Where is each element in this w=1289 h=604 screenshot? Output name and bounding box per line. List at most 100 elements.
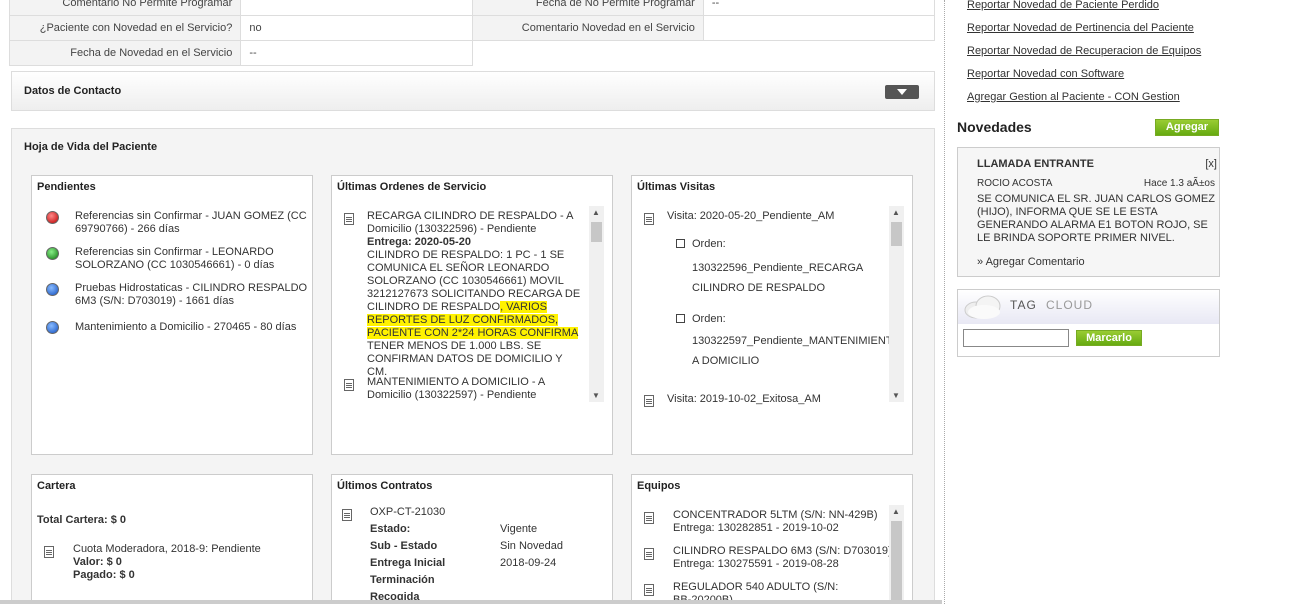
document-icon bbox=[644, 395, 654, 407]
panel-title: Pendientes bbox=[37, 181, 96, 193]
sidebar: Reportar Novedad de Paciente Perdido Rep… bbox=[944, 0, 1289, 604]
scrollbar[interactable]: ▲ bbox=[889, 505, 904, 604]
cartera-pagado: Pagado: $ 0 bbox=[73, 569, 135, 581]
info-table: Comentario No Permite Programar Fecha de… bbox=[8, 0, 936, 66]
panel-title: Cartera bbox=[37, 480, 76, 492]
link-agregar-gestion[interactable]: Agregar Gestion al Paciente - CON Gestio… bbox=[967, 91, 1180, 103]
contract-field-label: Sub - Estado bbox=[370, 540, 438, 552]
info-value bbox=[702, 15, 936, 41]
visit-item[interactable]: Visita: 2019-10-02_Exitosa_AM bbox=[667, 393, 821, 406]
scroll-down-icon[interactable]: ▼ bbox=[892, 391, 900, 400]
pending-item[interactable]: Referencias sin Confirmar - LEONARDO SOL… bbox=[75, 246, 312, 272]
document-icon bbox=[644, 548, 654, 560]
horizontal-scrollbar[interactable] bbox=[0, 600, 942, 604]
order-entrega: Entrega: 2020-05-20 bbox=[367, 236, 471, 248]
order-detail: CILINDRO DE RESPALDO: 1 PC - 1 SE COMUNI… bbox=[367, 249, 585, 379]
info-label: Comentario No Permite Programar bbox=[8, 0, 242, 16]
contract-field-label: Estado: bbox=[370, 523, 411, 535]
cartera-valor: Valor: $ 0 bbox=[73, 556, 122, 568]
section-title: Hoja de Vida del Paciente bbox=[24, 141, 158, 153]
info-label: Comentario Novedad en el Servicio bbox=[471, 15, 704, 41]
tag-label: TAG bbox=[1010, 298, 1037, 312]
status-green-icon bbox=[46, 247, 59, 260]
cloud-label: CLOUD bbox=[1046, 298, 1094, 312]
contract-code[interactable]: OXP-CT-21030 bbox=[370, 506, 445, 519]
document-icon bbox=[644, 584, 654, 596]
info-label: Fecha de No Permite Programar bbox=[471, 0, 704, 16]
cloud-icon bbox=[964, 295, 1001, 319]
scrollbar[interactable]: ▲ ▼ bbox=[889, 206, 904, 402]
info-value: -- bbox=[702, 0, 936, 16]
order-detail-text: TENER MENOS DE 1.000 LBS. SE CONFIRMAN D… bbox=[367, 340, 563, 378]
document-icon bbox=[344, 213, 354, 225]
panel-title: Equipos bbox=[637, 480, 681, 492]
contratos-panel: Últimos Contratos OXP-CT-21030 Estado: V… bbox=[331, 474, 613, 604]
document-icon bbox=[644, 512, 654, 524]
pending-item[interactable]: Pruebas Hidrostaticas - CILINDRO RESPALD… bbox=[75, 282, 312, 308]
equipo-entrega: Entrega: 130282851 - 2019-10-02 bbox=[673, 522, 839, 534]
marcarlo-button[interactable]: Marcarlo bbox=[1076, 330, 1142, 346]
info-label: Fecha de Novedad en el Servicio bbox=[8, 40, 242, 66]
order-heading: RECARGA CILINDRO DE RESPALDO - A Domicil… bbox=[367, 210, 573, 235]
scroll-up-icon[interactable]: ▲ bbox=[592, 208, 600, 217]
equipo-name[interactable]: CILINDRO RESPALDO 6M3 (S/N: D703019) bbox=[673, 545, 892, 558]
contract-field-label: Terminación bbox=[370, 574, 435, 586]
visit-item[interactable]: Visita: 2020-05-20_Pendiente_AM bbox=[667, 210, 834, 223]
agregar-comentario-link[interactable]: » Agregar Comentario bbox=[977, 256, 1085, 269]
cartera-panel: Cartera Total Cartera: $ 0 Cuota Moderad… bbox=[31, 474, 313, 604]
expand-toggle-icon[interactable] bbox=[885, 85, 919, 99]
visitas-panel: Últimas Visitas Visita: 2020-05-20_Pendi… bbox=[631, 175, 913, 455]
order-detail-text: CILINDRO DE RESPALDO: 1 PC - 1 SE COMUNI… bbox=[367, 249, 581, 313]
scroll-up-icon[interactable]: ▲ bbox=[892, 507, 900, 516]
scroll-thumb[interactable] bbox=[891, 222, 902, 246]
panel-title: Últimas Visitas bbox=[637, 181, 716, 193]
order-item[interactable]: RECARGA CILINDRO DE RESPALDO - A Domicil… bbox=[367, 210, 585, 379]
document-icon bbox=[44, 546, 54, 558]
link-novedad-pertinencia[interactable]: Reportar Novedad de Pertinencia del Paci… bbox=[967, 22, 1194, 34]
close-icon[interactable]: [x] bbox=[1205, 158, 1217, 171]
datos-contacto-section[interactable]: Datos de Contacto bbox=[11, 71, 935, 111]
panel-title: Últimas Ordenes de Servicio bbox=[337, 181, 487, 193]
link-novedad-perdido[interactable]: Reportar Novedad de Paciente Perdido bbox=[967, 0, 1159, 11]
tag-input[interactable] bbox=[963, 329, 1069, 347]
pending-item[interactable]: Mantenimiento a Domicilio - 270465 - 80 … bbox=[75, 321, 312, 334]
contract-field-value: Sin Novedad bbox=[500, 540, 563, 552]
cartera-item[interactable]: Cuota Moderadora, 2018-9: Pendiente bbox=[73, 543, 261, 556]
visit-order[interactable]: 130322597_Pendiente_MANTENIMIENTO A DOMI… bbox=[692, 331, 901, 371]
visit-order[interactable]: 130322596_Pendiente_RECARGA CILINDRO DE … bbox=[692, 258, 892, 298]
section-title: Datos de Contacto bbox=[24, 85, 122, 97]
agregar-button[interactable]: Agregar bbox=[1155, 119, 1219, 136]
link-novedad-software[interactable]: Reportar Novedad con Software bbox=[967, 68, 1124, 80]
bullet-square-icon bbox=[676, 239, 685, 248]
pendientes-panel: Pendientes Referencias sin Confirmar - J… bbox=[31, 175, 313, 455]
info-value: no bbox=[240, 15, 473, 41]
link-novedad-recuperacion[interactable]: Reportar Novedad de Recuperacion de Equi… bbox=[967, 45, 1201, 57]
novedades-title: Novedades bbox=[957, 119, 1032, 135]
document-icon bbox=[344, 379, 354, 391]
novedad-time: Hace 1.3 aÃ±os bbox=[1143, 178, 1215, 189]
document-icon bbox=[342, 509, 352, 521]
contract-field-label: Entrega Inicial bbox=[370, 557, 446, 569]
novedad-message: SE COMUNICA EL SR. JUAN CARLOS GOMEZ (HI… bbox=[977, 193, 1215, 244]
pending-item[interactable]: Referencias sin Confirmar - JUAN GOMEZ (… bbox=[75, 210, 312, 236]
scroll-thumb[interactable] bbox=[891, 521, 902, 604]
order-item[interactable]: MANTENIMIENTO A DOMICILIO - A Domicilio … bbox=[367, 376, 585, 402]
status-red-icon bbox=[46, 211, 59, 224]
bullet-square-icon bbox=[676, 314, 685, 323]
equipos-panel: Equipos CONCENTRADOR 5LTM (S/N: NN-429B)… bbox=[631, 474, 913, 604]
tag-cloud-box: TAG CLOUD Marcarlo bbox=[957, 289, 1220, 357]
equipo-name[interactable]: CONCENTRADOR 5LTM (S/N: NN-429B) bbox=[673, 509, 878, 522]
equipo-entrega: Entrega: 130275591 - 2019-08-28 bbox=[673, 558, 839, 570]
main-content: Comentario No Permite Programar Fecha de… bbox=[0, 0, 942, 604]
status-blue-icon bbox=[46, 321, 59, 334]
info-label: ¿Paciente con Novedad en el Servicio? bbox=[8, 15, 242, 41]
panel-title: Últimos Contratos bbox=[337, 480, 433, 492]
scroll-down-icon[interactable]: ▼ bbox=[592, 391, 600, 400]
status-blue-icon bbox=[46, 283, 59, 296]
scroll-up-icon[interactable]: ▲ bbox=[892, 208, 900, 217]
scrollbar[interactable]: ▲ ▼ bbox=[589, 206, 604, 402]
total-cartera: Total Cartera: $ 0 bbox=[37, 514, 127, 526]
scroll-thumb[interactable] bbox=[591, 222, 602, 242]
novedad-card: LLAMADA ENTRANTE [x] ROCIO ACOSTA Hace 1… bbox=[957, 147, 1220, 277]
novedad-title: LLAMADA ENTRANTE bbox=[977, 158, 1094, 170]
